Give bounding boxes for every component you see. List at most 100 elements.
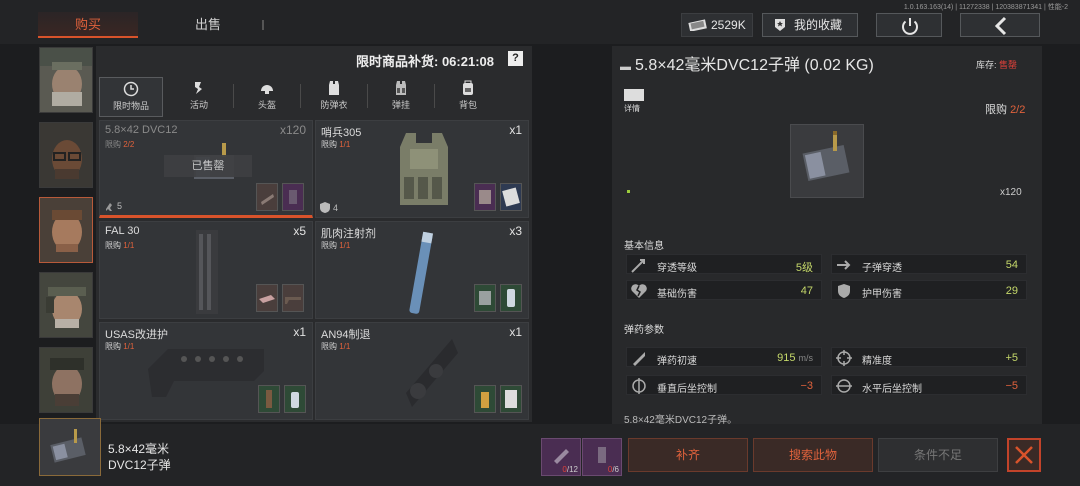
star-shield-icon xyxy=(775,19,785,31)
required-item-slot xyxy=(284,385,306,413)
basic-info-title: 基本信息 xyxy=(624,241,664,252)
favorites-button[interactable]: 我的收藏 xyxy=(762,13,858,37)
search-item-button[interactable]: 搜索此物 xyxy=(753,438,873,472)
injector-image xyxy=(409,231,434,314)
item-count: 5 xyxy=(117,201,123,211)
category-label: 弹挂 xyxy=(391,100,410,110)
category-divider xyxy=(233,84,234,108)
banknote-icon xyxy=(688,19,707,31)
power-icon xyxy=(902,18,918,35)
shop-item-card[interactable]: 5.8×42 DVC12 限购 2/2 x120 已售罄 5 xyxy=(99,120,313,218)
shop-item-card[interactable]: 肌肉注射剂 限购 1/1 x3 xyxy=(315,221,529,319)
muzzle-brake-image xyxy=(406,339,458,407)
stat-armor-damage: 护甲伤害 29 xyxy=(831,280,1027,300)
cost-item-slot[interactable]: 0/6 xyxy=(582,438,622,476)
item-limit: 限购 1/1 xyxy=(321,241,351,250)
indicator-dot xyxy=(627,190,630,193)
chevron-left-icon xyxy=(994,16,1007,36)
bullet-icon: ▬ xyxy=(620,61,631,73)
restock-timer: 限时商品补货: 06:21:08 xyxy=(356,54,494,69)
item-limit: 限购 2/2 xyxy=(105,140,135,149)
item-limit: 限购 1/1 xyxy=(105,241,135,250)
backpack-icon xyxy=(463,80,473,95)
item-quantity: x5 xyxy=(293,224,306,238)
avatar-operator-3[interactable] xyxy=(39,197,93,263)
required-item-slot xyxy=(282,183,304,211)
stat-base-damage: 基础伤害 47 xyxy=(626,280,822,300)
category-divider xyxy=(300,84,301,108)
item-preview xyxy=(790,124,864,198)
avatar-operator-1[interactable] xyxy=(39,47,93,113)
shop-item-card[interactable]: USAS改进护 限购 1/1 x1 xyxy=(99,322,313,420)
item-limit: 限购 1/1 xyxy=(321,342,351,351)
ammo-params-title: 弹药参数 xyxy=(624,325,664,336)
purchase-limit: 限购 2/2 xyxy=(985,104,1026,116)
stock-status: 库存: 售罄 xyxy=(976,60,1018,70)
broken-heart-icon xyxy=(631,284,647,298)
shop-item-card[interactable]: FAL 30 限购 1/1 x5 xyxy=(99,221,313,319)
item-limit: 限购 1/1 xyxy=(105,342,135,351)
required-item-slot xyxy=(474,183,496,211)
detail-icon[interactable] xyxy=(624,89,644,101)
fill-button[interactable]: 补齐 xyxy=(628,438,748,472)
help-button[interactable]: ? xyxy=(508,51,523,66)
tab-sell[interactable]: 出售 xyxy=(158,12,258,38)
magazine-image xyxy=(196,230,218,314)
required-item-slot xyxy=(500,385,522,413)
required-item-slot xyxy=(500,284,522,312)
item-name: 肌肉注射剂 xyxy=(321,228,376,240)
category-label: 防弹衣 xyxy=(320,100,348,110)
runner-icon xyxy=(106,203,112,211)
category-label: 限时物品 xyxy=(112,101,149,111)
close-button[interactable] xyxy=(1007,438,1041,472)
avatar-operator-2[interactable] xyxy=(39,122,93,188)
currency-value: 2529K xyxy=(711,18,746,32)
helmet-icon xyxy=(261,85,273,94)
insufficient-conditions-button[interactable]: 条件不足 xyxy=(878,438,998,472)
power-button[interactable] xyxy=(876,13,942,37)
armor-damage-icon xyxy=(838,284,850,298)
selected-item-name-line1: 5.8×42毫米 xyxy=(108,442,170,456)
handguard-image xyxy=(148,349,264,397)
required-item-slot xyxy=(282,284,304,312)
item-count: 4 xyxy=(333,203,339,213)
tab-buy[interactable]: 购买 xyxy=(38,12,138,38)
category-vest[interactable]: 防弹衣 xyxy=(302,77,366,117)
category-backpack[interactable]: 背包 xyxy=(436,77,500,117)
detail-label: 详情 xyxy=(624,104,640,113)
item-quantity: x1 xyxy=(509,123,522,137)
velocity-icon xyxy=(633,352,645,366)
sold-out-badge: 已售罄 xyxy=(164,155,252,177)
selected-item-thumbnail xyxy=(39,418,101,476)
shop-item-card[interactable]: AN94制退 限购 1/1 x1 xyxy=(315,322,529,420)
required-item-slot xyxy=(500,183,522,211)
event-icon xyxy=(195,82,202,94)
cost-item-slot[interactable]: 0/12 xyxy=(541,438,581,476)
item-quantity: x1 xyxy=(293,325,306,339)
avatar-operator-5[interactable] xyxy=(39,347,93,413)
version-text: 1.0.163.163(14) | 11272338 | 12038387134… xyxy=(903,4,1068,11)
stat-penetration-level: 穿透等级 5级 xyxy=(626,254,822,274)
required-item-slot xyxy=(258,385,280,413)
shop-item-card[interactable]: 哨兵305 限购 1/1 x1 4 xyxy=(315,120,529,218)
stat-muzzle-velocity: 弹药初速 915 m/s xyxy=(626,347,822,367)
vest-icon xyxy=(329,81,339,95)
category-label: 背包 xyxy=(458,100,477,110)
preview-quantity: x120 xyxy=(1000,187,1022,198)
category-limited[interactable]: 限时物品 xyxy=(99,77,163,117)
item-quantity: x120 xyxy=(279,123,306,137)
stat-vertical-recoil: 垂直后坐控制 −3 xyxy=(626,375,822,395)
item-name: 5.8×42 DVC12 xyxy=(105,124,178,136)
item-quantity: x3 xyxy=(509,224,522,238)
item-name: FAL 30 xyxy=(105,225,140,237)
category-helmet[interactable]: 头盔 xyxy=(235,77,299,117)
required-item-slot xyxy=(256,183,278,211)
avatar-operator-4[interactable] xyxy=(39,272,93,338)
category-rig[interactable]: 弹挂 xyxy=(369,77,433,117)
penetration-icon xyxy=(631,259,645,273)
item-name: AN94制退 xyxy=(321,329,371,341)
item-name: 哨兵305 xyxy=(321,127,362,139)
bullet-pierce-icon xyxy=(837,260,851,270)
back-button[interactable] xyxy=(960,13,1040,37)
category-event[interactable]: 活动 xyxy=(167,77,231,117)
